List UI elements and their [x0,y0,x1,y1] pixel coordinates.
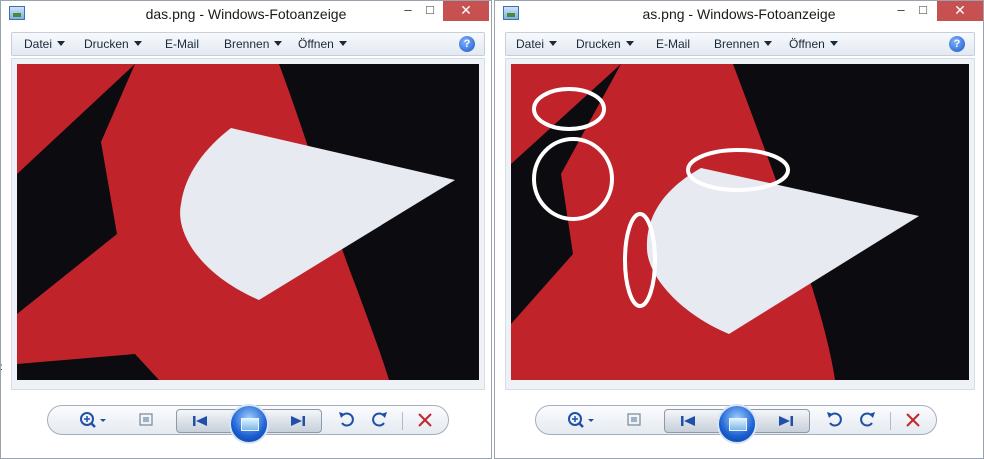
menu-oeffnen[interactable]: Öffnen [298,37,347,51]
menu-bar: Datei Drucken E-Mail Brennen Öffnen ? [11,32,485,56]
toolbar-separator [402,412,403,430]
image-viewport [505,58,975,390]
close-button[interactable]: ✕ [443,1,489,21]
title-bar[interactable]: das.png - Windows-Fotoanzeige – □ ✕ [1,1,491,27]
rotate-right-icon [860,412,875,427]
menu-oeffnen[interactable]: Öffnen [789,37,838,51]
actual-size-icon [627,413,641,426]
chevron-down-icon [625,41,634,47]
menu-email[interactable]: E-Mail [656,37,690,51]
chevron-down-icon [829,41,838,47]
zoom-button[interactable] [562,406,598,434]
actual-size-button[interactable] [620,406,648,434]
playback-cluster [176,404,322,444]
menu-label: E-Mail [165,37,200,51]
zoom-button[interactable] [74,406,110,434]
delete-icon [906,413,920,427]
help-icon[interactable]: ? [459,36,475,52]
displayed-image [511,64,969,380]
navigation-toolbar [47,404,449,444]
rotate-left-button[interactable] [334,406,360,434]
slideshow-button[interactable] [717,404,757,444]
delete-button[interactable] [900,406,926,434]
rotate-left-icon [827,412,842,427]
actual-size-button[interactable] [132,406,160,434]
title-bar[interactable]: as.png - Windows-Fotoanzeige – □ ✕ [495,1,983,27]
menu-label: Datei [24,37,53,51]
edge-artifact: : [0,362,3,373]
slideshow-icon [729,418,747,431]
close-button[interactable]: ✕ [937,1,983,21]
navigation-toolbar [535,404,937,444]
menu-label: E-Mail [656,37,691,51]
slideshow-button[interactable] [229,404,269,444]
chevron-down-icon [274,41,283,47]
photo-viewer-window-right: as.png - Windows-Fotoanzeige – □ ✕ Datei… [494,0,984,459]
maximize-button[interactable]: □ [416,1,444,21]
menu-label: Brennen [224,37,270,51]
photo-viewer-window-left: das.png - Windows-Fotoanzeige – □ ✕ Date… [0,0,492,459]
help-icon[interactable]: ? [949,36,965,52]
menu-label: Datei [516,37,545,51]
menu-label: Drucken [576,37,621,51]
chevron-down-icon [338,41,347,47]
chevron-down-icon [549,41,558,47]
rotate-left-icon [339,412,354,427]
displayed-image [17,64,479,380]
next-icon [291,416,305,426]
menu-label: Brennen [714,37,760,51]
rotate-right-button[interactable] [854,406,880,434]
rotate-left-button[interactable] [822,406,848,434]
menu-label: Drucken [84,37,129,51]
chevron-down-icon [764,41,773,47]
menu-datei[interactable]: Datei [24,37,66,51]
menu-brennen[interactable]: Brennen [224,37,283,51]
previous-icon [681,416,695,426]
menu-label: Öffnen [298,37,334,51]
menu-email[interactable]: E-Mail [165,37,199,51]
delete-icon [418,413,432,427]
previous-button[interactable] [673,408,703,436]
toolbar-separator [890,412,891,430]
rotate-right-button[interactable] [366,406,392,434]
rotate-right-icon [372,412,387,427]
menu-drucken[interactable]: Drucken [576,37,634,51]
maximize-button[interactable]: □ [909,1,937,21]
menu-label: Öffnen [789,37,825,51]
playback-cluster [664,404,810,444]
previous-button[interactable] [185,408,215,436]
chevron-down-icon [133,41,142,47]
next-button[interactable] [771,408,801,436]
slideshow-icon [241,418,259,431]
chevron-down-icon [57,41,66,47]
next-button[interactable] [283,408,313,436]
next-icon [779,416,793,426]
menu-bar: Datei Drucken E-Mail Brennen Öffnen ? [505,32,975,56]
menu-drucken[interactable]: Drucken [84,37,142,51]
menu-brennen[interactable]: Brennen [714,37,773,51]
zoom-icon [568,412,594,428]
actual-size-icon [139,413,153,426]
zoom-icon [80,412,106,428]
menu-datei[interactable]: Datei [516,37,558,51]
previous-icon [193,416,207,426]
image-viewport [11,58,485,390]
delete-button[interactable] [412,406,438,434]
